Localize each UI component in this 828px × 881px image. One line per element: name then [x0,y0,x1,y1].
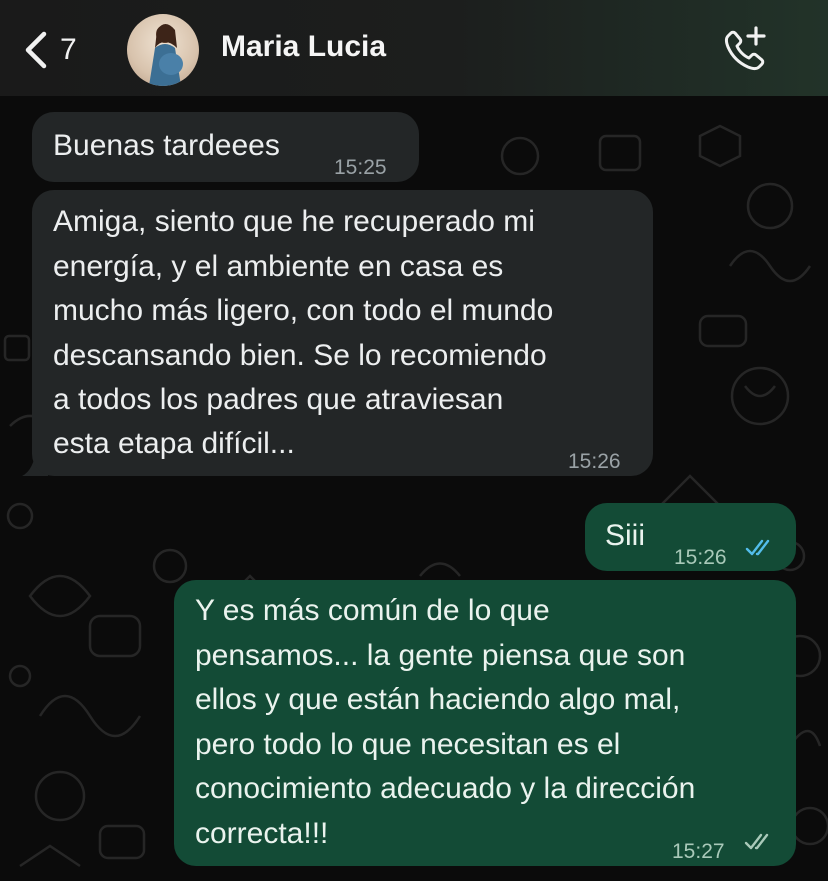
message-bubble-incoming[interactable]: Buenas tardeees 15:25 [32,112,419,182]
message-line: Amiga, siento que he recuperado mi [53,205,535,238]
avatar[interactable] [127,14,199,86]
message-text: Siii [605,519,646,552]
message-line: ellos y que están haciendo algo mal, [195,683,681,716]
phone-plus-icon[interactable] [718,24,770,76]
message-time: 15:26 [674,546,727,569]
message-line: conocimiento adecuado y la dirección [195,772,696,805]
message-line: pensamos... la gente piensa que son [195,639,686,672]
unread-count: 7 [60,33,77,66]
message-line: a todos los padres que atraviesan [53,383,504,416]
message-time: 15:25 [334,156,387,179]
double-check-icon [745,539,770,556]
message-line: correcta!!! [195,817,329,850]
message-line: descansando bien. Se lo recomiendo [53,339,547,372]
message-bubble-outgoing[interactable]: Siii 15:26 [585,503,796,571]
message-line: Y es más común de lo que [195,594,550,627]
back-button[interactable]: 7 [20,26,77,74]
message-line: mucho más ligero, con todo el mundo [53,294,554,327]
message-time: 15:26 [568,450,621,473]
message-text: Buenas tardeees [53,129,280,162]
message-bubble-outgoing[interactable]: Y es más común de lo que pensamos... la … [174,580,796,866]
contact-name[interactable]: Maria Lucia [221,30,386,64]
message-line: energía, y el ambiente en casa es [53,250,504,283]
double-check-icon [744,833,769,850]
message-line: pero todo lo que necesitan es el [195,728,621,761]
avatar-image [149,24,183,86]
chat-header: 7 Maria Lucia [0,0,828,96]
message-line: esta etapa difícil... [53,427,295,460]
message-time: 15:27 [672,840,725,863]
message-bubble-incoming[interactable]: Amiga, siento que he recuperado mi energ… [32,190,653,476]
chevron-left-icon [25,31,47,69]
